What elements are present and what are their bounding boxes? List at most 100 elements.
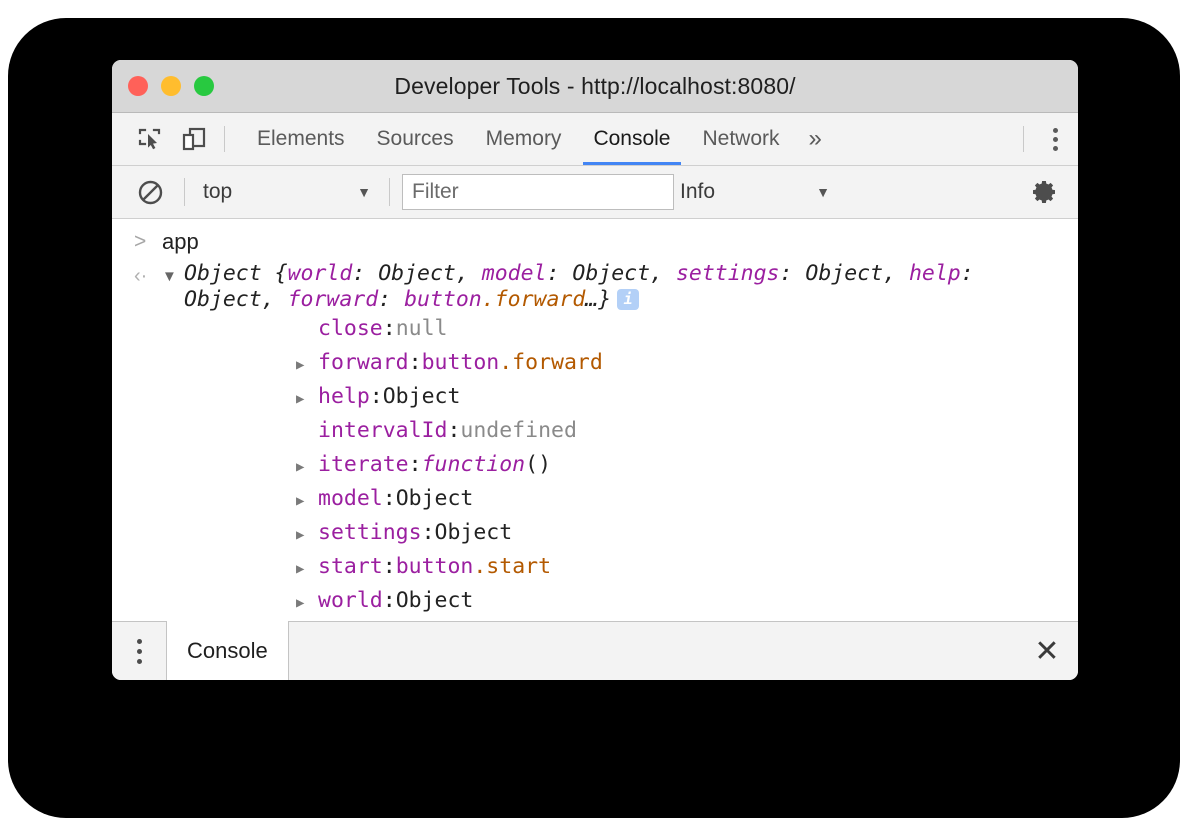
tab-bar-divider xyxy=(1023,126,1024,152)
tab-overflow-chevron-icon[interactable]: » xyxy=(796,113,835,165)
property-name: __proto__ xyxy=(318,619,435,621)
filter-input[interactable] xyxy=(402,174,674,210)
property-name: settings xyxy=(318,517,422,549)
panel-tabs: Elements Sources Memory Console Network … xyxy=(241,113,835,165)
chevron-down-icon: ▼ xyxy=(816,185,830,199)
devtools-tab-bar: Elements Sources Memory Console Network … xyxy=(112,113,1078,166)
window-title: Developer Tools - http://localhost:8080/ xyxy=(112,73,1078,100)
property-value-suffix: .start xyxy=(473,551,551,583)
expand-triangle-icon[interactable]: ▶ xyxy=(296,451,318,483)
object-property-row[interactable]: ▶world: Object xyxy=(112,585,1078,619)
property-indent: ▶ xyxy=(296,417,318,449)
result-disclosure-triangle-icon[interactable]: ▼ xyxy=(162,261,184,293)
gear-icon[interactable] xyxy=(1024,172,1064,212)
tab-elements[interactable]: Elements xyxy=(241,113,361,165)
clear-console-icon[interactable] xyxy=(128,179,172,206)
devtools-window: Developer Tools - http://localhost:8080/… xyxy=(112,60,1078,680)
preview-value: Object xyxy=(805,261,883,286)
devtools-main-menu-icon[interactable] xyxy=(1032,113,1078,165)
result-prompt-icon: ‹· xyxy=(128,261,162,291)
property-value: Object xyxy=(396,585,474,617)
tab-network[interactable]: Network xyxy=(687,113,796,165)
property-name: close xyxy=(318,313,383,345)
object-property-row[interactable]: ▶intervalId: undefined xyxy=(112,415,1078,449)
chevron-down-icon: ▼ xyxy=(357,185,371,199)
expand-triangle-icon[interactable]: ▶ xyxy=(296,485,318,517)
property-indent: ▶ xyxy=(296,315,318,347)
execution-context-selector[interactable]: top ▼ xyxy=(197,180,377,204)
object-property-row[interactable]: ▶close: null xyxy=(112,313,1078,347)
tab-bar-spacer xyxy=(835,113,1015,165)
object-property-row[interactable]: ▶settings: Object xyxy=(112,517,1078,551)
property-value: Object xyxy=(396,483,474,515)
property-name: iterate xyxy=(318,449,409,481)
property-value: Object xyxy=(447,619,525,621)
drawer-spacer xyxy=(289,622,1016,680)
console-input-entry: > app xyxy=(112,227,1078,257)
expand-triangle-icon[interactable]: ▶ xyxy=(296,587,318,619)
property-value: undefined xyxy=(460,415,577,447)
property-value-args: () xyxy=(525,449,551,481)
object-property-row[interactable]: ▶model: Object xyxy=(112,483,1078,517)
zoom-window-button[interactable] xyxy=(194,76,214,96)
console-toolbar: top ▼ Info ▼ xyxy=(112,166,1078,219)
property-value-suffix: .forward xyxy=(499,347,603,379)
property-value: function xyxy=(422,449,526,481)
preview-key: help xyxy=(909,261,961,286)
close-window-button[interactable] xyxy=(128,76,148,96)
object-property-row[interactable]: ▶iterate: function () xyxy=(112,449,1078,483)
close-drawer-icon[interactable]: ✕ xyxy=(1016,622,1078,680)
property-name: world xyxy=(318,585,383,617)
property-name: intervalId xyxy=(318,415,447,447)
log-level-selector[interactable]: Info ▼ xyxy=(674,180,836,204)
property-name: forward xyxy=(318,347,409,379)
preview-value: Object xyxy=(378,261,456,286)
inspect-element-icon[interactable] xyxy=(128,113,172,165)
expand-triangle-icon[interactable]: ▶ xyxy=(296,553,318,585)
preview-key: model xyxy=(482,261,547,286)
toolbar-divider xyxy=(224,126,225,152)
object-property-list: ▶close: null▶forward: button.forward▶hel… xyxy=(112,313,1078,621)
expand-triangle-icon[interactable]: ▶ xyxy=(296,519,318,551)
preview-value-suffix: .forward xyxy=(482,287,586,312)
minimize-window-button[interactable] xyxy=(161,76,181,96)
console-drawer: Console ✕ xyxy=(112,621,1078,680)
property-name: start xyxy=(318,551,383,583)
drawer-tab-console[interactable]: Console xyxy=(166,621,289,680)
window-title-bar: Developer Tools - http://localhost:8080/ xyxy=(112,60,1078,113)
console-input-expression: app xyxy=(162,227,199,257)
console-toolbar-divider-1 xyxy=(184,178,185,206)
object-property-row[interactable]: ▶start: button.start xyxy=(112,551,1078,585)
property-value: null xyxy=(396,313,448,345)
object-property-row[interactable]: ▶help: Object xyxy=(112,381,1078,415)
preview-key: forward xyxy=(288,287,379,312)
console-toolbar-divider-2 xyxy=(389,178,390,206)
preview-value: Object xyxy=(184,287,262,312)
preview-key: world xyxy=(288,261,353,286)
property-value: button xyxy=(396,551,474,583)
execution-context-value: top xyxy=(203,180,232,204)
expand-triangle-icon[interactable]: ▶ xyxy=(296,349,318,381)
drawer-menu-icon[interactable] xyxy=(112,622,166,680)
object-preview[interactable]: Object {world: Object, model: Object, se… xyxy=(184,261,1014,313)
property-value: Object xyxy=(383,381,461,413)
tab-sources[interactable]: Sources xyxy=(361,113,470,165)
property-name: model xyxy=(318,483,383,515)
traffic-lights xyxy=(128,60,214,112)
preview-value: button xyxy=(404,287,482,312)
console-output[interactable]: > app ‹· ▼ Object {world: Object, model:… xyxy=(112,219,1078,621)
tab-memory[interactable]: Memory xyxy=(470,113,578,165)
tab-console[interactable]: Console xyxy=(577,113,686,165)
device-toolbar-icon[interactable] xyxy=(172,113,216,165)
preview-value: Object xyxy=(572,261,650,286)
property-value: button xyxy=(422,347,500,379)
property-value: Object xyxy=(435,517,513,549)
input-prompt-icon: > xyxy=(128,227,162,257)
info-badge-icon[interactable]: i xyxy=(617,289,639,310)
expand-triangle-icon[interactable]: ▶ xyxy=(296,383,318,415)
log-level-value: Info xyxy=(680,180,715,204)
console-result-entry: ‹· ▼ Object {world: Object, model: Objec… xyxy=(112,261,1078,313)
object-property-row[interactable]: ▶__proto__: Object xyxy=(112,619,1078,621)
property-name: help xyxy=(318,381,370,413)
object-property-row[interactable]: ▶forward: button.forward xyxy=(112,347,1078,381)
